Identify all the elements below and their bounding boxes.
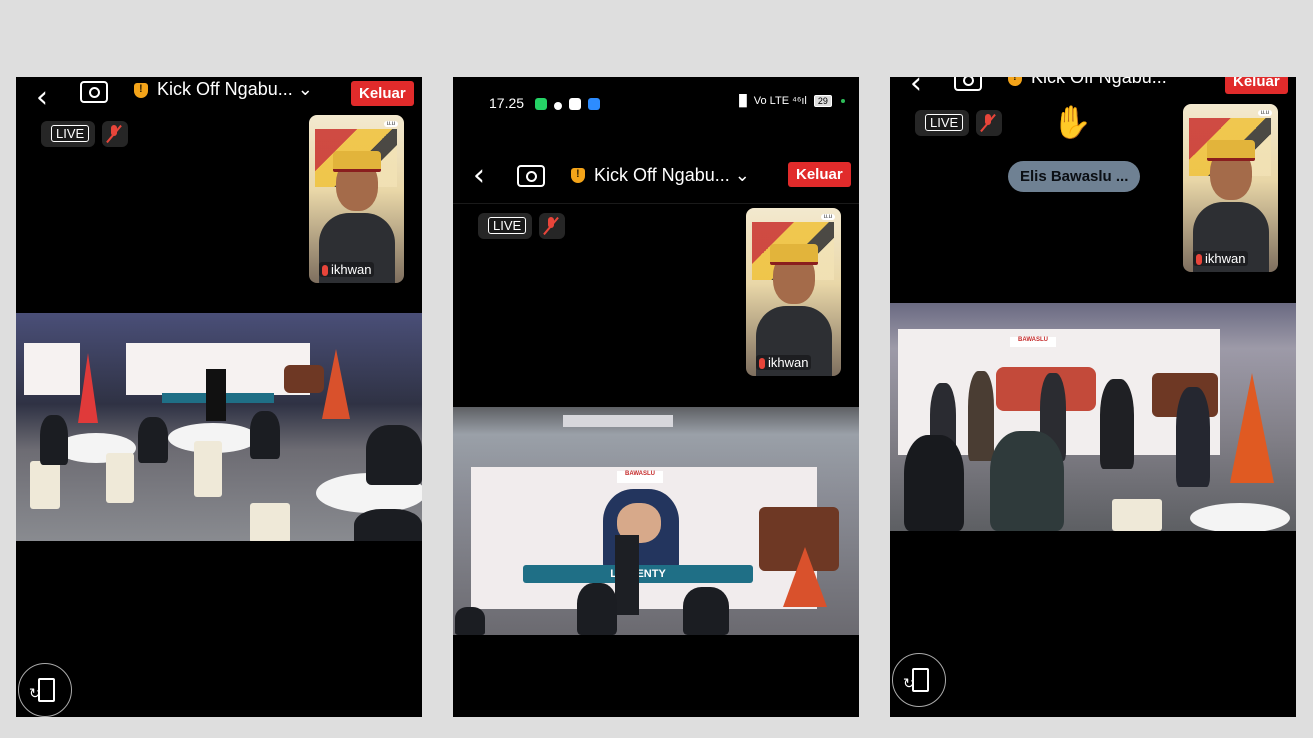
shared-video[interactable]: BAWASLU LOU ENTY	[453, 407, 859, 635]
mic-muted-icon	[322, 265, 328, 277]
meeting-topbar: ‹ Kick Off Ngabu... ⌄ Keluar	[453, 153, 859, 199]
divider	[453, 203, 859, 204]
meeting-title[interactable]: Kick Off Ngabu...	[1031, 77, 1167, 88]
live-indicator: LIVE	[478, 213, 532, 239]
shared-video[interactable]	[16, 313, 422, 541]
chat-icon	[553, 102, 562, 110]
live-indicator: LIVE	[915, 110, 969, 136]
mic-muted-icon[interactable]	[976, 110, 1002, 136]
participant-name: ikhwan	[756, 355, 812, 370]
leave-button[interactable]: Keluar	[351, 81, 414, 106]
participant-thumbnail[interactable]: u.u ikhwan	[1183, 104, 1278, 272]
battery-icon: 29	[813, 95, 832, 107]
meeting-topbar: ‹ Kick Off Ngabu... Keluar	[890, 77, 1296, 99]
participant-name: ikhwan	[1193, 251, 1249, 266]
speaker-pill[interactable]: Elis Bawaslu ...	[1008, 161, 1141, 192]
phone-screen-3: ‹ Kick Off Ngabu... Keluar LIVE ✋ Elis B…	[890, 77, 1296, 717]
participant-thumbnail[interactable]: u.u ikhwan	[746, 208, 841, 376]
notification-icons	[535, 97, 603, 113]
meeting-title[interactable]: Kick Off Ngabu... ⌄	[157, 79, 313, 100]
participant-thumbnail[interactable]: u.u ikhwan	[309, 115, 404, 283]
shield-icon[interactable]	[134, 83, 148, 98]
chevron-down-icon[interactable]: ⌄	[735, 165, 750, 185]
chevron-left-icon[interactable]: ‹	[910, 77, 922, 99]
camera-switch-icon[interactable]	[517, 165, 545, 187]
live-indicator: LIVE	[41, 121, 95, 147]
chevron-left-icon[interactable]: ‹	[473, 161, 485, 191]
mic-muted-icon[interactable]	[102, 121, 128, 147]
meeting-title[interactable]: Kick Off Ngabu... ⌄	[594, 165, 750, 186]
mic-muted-icon	[759, 358, 765, 370]
chevron-down-icon[interactable]: ⌄	[298, 79, 313, 99]
shield-icon[interactable]	[571, 168, 585, 183]
participant-name: ikhwan	[319, 262, 375, 277]
leave-button[interactable]: Keluar	[788, 162, 851, 187]
shared-video[interactable]: BAWASLU	[890, 303, 1296, 531]
leave-button[interactable]: Keluar	[1225, 77, 1288, 94]
clapping-hands-icon: ✋	[1052, 103, 1092, 141]
mic-muted-icon[interactable]	[539, 213, 565, 239]
status-bar: 17.25 ▐▌ Vo LTE ⁴⁶ıl 29	[453, 91, 859, 115]
phone-screen-2: 17.25 ▐▌ Vo LTE ⁴⁶ıl 29 ‹ Kick Off Ngabu…	[453, 77, 859, 717]
camera-switch-icon[interactable]	[954, 77, 982, 91]
shield-icon[interactable]	[1008, 77, 1022, 86]
whatsapp-icon	[535, 98, 547, 110]
signal-battery: ▐▌ Vo LTE ⁴⁶ıl 29	[735, 95, 845, 107]
vibrate-icon: ▐▌	[735, 95, 751, 107]
camera-switch-icon[interactable]	[80, 81, 108, 103]
status-time: 17.25	[489, 95, 525, 111]
zoom-icon	[587, 98, 600, 110]
mic-muted-icon	[1196, 254, 1202, 266]
phone-screen-1: ‹ Kick Off Ngabu... ⌄ Keluar LIVE u.u ik…	[16, 77, 422, 717]
rotate-screen-icon[interactable]	[892, 653, 946, 707]
meeting-topbar: ‹ Kick Off Ngabu... ⌄ Keluar	[16, 77, 422, 113]
app-icon	[568, 98, 581, 110]
rotate-screen-icon[interactable]	[18, 663, 72, 717]
chevron-left-icon[interactable]: ‹	[36, 83, 48, 113]
